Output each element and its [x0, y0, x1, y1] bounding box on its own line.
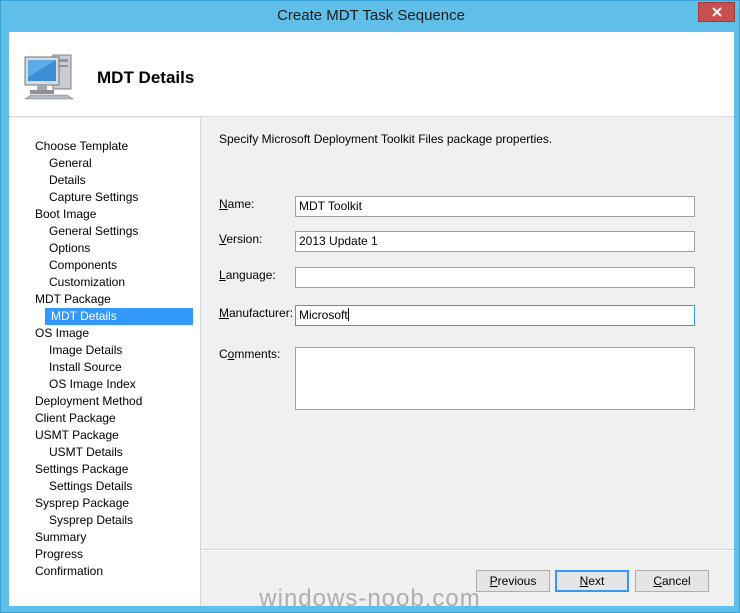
dialog-client: MDT Details Choose Template General Detail… [9, 32, 734, 606]
wizard-step-usmt-package: USMT Package [35, 428, 119, 442]
wizard-step-client-package: Client Package [35, 411, 116, 425]
close-icon [711, 7, 722, 17]
name-label-key: N [219, 197, 228, 211]
watermark: windows-noob.com [259, 585, 481, 612]
manufacturer-label: Manufacturer: [219, 306, 293, 320]
wizard-step-image-details: Image Details [49, 343, 123, 357]
wizard-step-sysprep-details: Sysprep Details [49, 513, 134, 527]
wizard-step-deployment-method: Deployment Method [35, 394, 143, 408]
computer-icon [24, 54, 74, 100]
version-field[interactable]: 2013 Update 1 [295, 231, 695, 252]
name-field[interactable]: MDT Toolkit [295, 196, 695, 217]
version-label: Version: [219, 232, 262, 246]
comments-label: Comments: [219, 347, 280, 361]
name-label-post: ame: [227, 197, 255, 211]
content-pane: Specify Microsoft Deployment Toolkit Fil… [202, 118, 734, 555]
language-label-post: anguage: [225, 268, 276, 282]
wizard-step-capture-settings: Capture Settings [49, 190, 139, 204]
wizard-step-sysprep-package: Sysprep Package [35, 496, 130, 510]
comments-field[interactable] [295, 347, 695, 410]
wizard-step-summary: Summary [35, 530, 87, 544]
language-label-key: L [219, 268, 226, 282]
wizard-step-general: General [49, 156, 92, 170]
version-label-post: ersion: [226, 232, 263, 246]
wizard-step-settings-package: Settings Package [35, 462, 129, 476]
dialog-window: Create MDT Task Sequence MDT Details Cho… [0, 0, 740, 613]
wizard-step-os-image: OS Image [35, 326, 90, 340]
language-label: Language: [219, 268, 276, 282]
text-caret [347, 308, 349, 321]
title-bar[interactable]: Create MDT Task Sequence [1, 1, 740, 31]
language-field[interactable] [295, 267, 695, 288]
wizard-step-general-settings: General Settings [49, 224, 139, 238]
wizard-step-settings-details: Settings Details [49, 479, 133, 493]
comments-label-pre: C [219, 347, 228, 361]
wizard-step-components: Components [49, 258, 118, 272]
page-description: Specify Microsoft Deployment Toolkit Fil… [219, 132, 553, 146]
manufacturer-label-key: M [219, 306, 229, 320]
wizard-step-options: Options [49, 241, 91, 255]
wizard-step-progress: Progress [35, 547, 84, 561]
wizard-step-confirmation: Confirmation [35, 564, 104, 578]
page-title: MDT Details [97, 68, 195, 87]
name-label: Name: [219, 197, 254, 211]
wizard-step-usmt-details: USMT Details [49, 445, 123, 459]
footer-divider [202, 549, 734, 551]
wizard-step-boot-image: Boot Image [35, 207, 97, 221]
wizard-step-choose-template: Choose Template [35, 139, 129, 153]
manufacturer-label-post: anufacturer: [229, 306, 294, 320]
close-button[interactable] [698, 2, 735, 22]
wizard-step-mdt-package: MDT Package [35, 292, 111, 306]
comments-label-post: mments: [234, 347, 281, 361]
wizard-step-customization: Customization [49, 275, 126, 289]
manufacturer-field[interactable]: Microsoft [295, 305, 695, 326]
wizard-header: MDT Details [9, 32, 734, 117]
wizard-step-details: Details [49, 173, 86, 187]
wizard-step-install-source: Install Source [49, 360, 122, 374]
manufacturer-value: Microsoft [299, 308, 348, 322]
wizard-step-mdt-details: MDT Details [45, 308, 193, 325]
wizard-step-os-image-index: OS Image Index [49, 377, 136, 391]
wizard-step-list: Choose Template General Details Capture Set… [9, 118, 201, 606]
window-title: Create MDT Task Sequence [277, 7, 465, 24]
